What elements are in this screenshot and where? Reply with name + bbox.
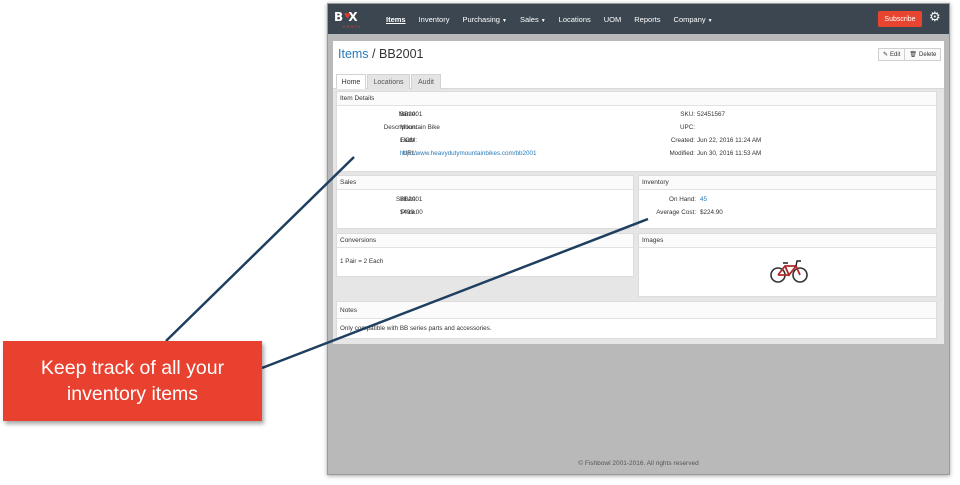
created-value: Jun 22, 2016 11:24 AM (697, 137, 762, 144)
gear-icon[interactable]: ⚙ (929, 10, 943, 24)
modified-value: Jun 30, 2016 11:53 AM (697, 150, 762, 157)
footer-copyright: © Fishbowl 2001-2016. All rights reserve… (578, 460, 699, 467)
tab-home[interactable]: Home (336, 74, 366, 90)
price-value: $499.00 (400, 209, 423, 216)
breadcrumb-separator: / (368, 47, 379, 61)
pencil-icon: ✎ (883, 52, 889, 58)
modified-label: Modified: (669, 150, 695, 157)
tab-content: Item Details Name: BB2001 Description: M… (333, 89, 944, 344)
main-content: Items / BB2001 ✎ Edit 🗑 Delete Home Locati… (333, 41, 944, 344)
sales-heading: Sales (337, 176, 633, 190)
nav-item-reports[interactable]: Reports (634, 15, 660, 24)
trash-icon: 🗑 (909, 52, 917, 58)
item-details-panel: Item Details Name: BB2001 Description: M… (336, 91, 937, 172)
images-heading: Images (639, 234, 936, 248)
sales-fields: Sell As: BB2001 Price: $499.00 (337, 196, 635, 226)
on-hand-value[interactable]: 45 (700, 196, 707, 203)
notes-text: Only compatible with BB series parts and… (340, 325, 492, 332)
nav-menu: Items Inventory Purchasing ▼ Sales ▼ Locat… (386, 4, 726, 34)
upc-label: UPC: (679, 124, 695, 131)
inventory-panel: Inventory On Hand: 45 Average Cost: $224… (638, 175, 937, 229)
inventory-heading: Inventory (639, 176, 936, 190)
item-details-heading: Item Details (337, 92, 936, 106)
nav-item-company[interactable]: Company ▼ (674, 15, 713, 24)
item-title: BB2001 (378, 47, 424, 61)
marketing-screenshot: B X ♥ ERATH Items Inventory Purchasing ▼ … (0, 0, 960, 485)
tab-audit[interactable]: Audit (411, 74, 441, 90)
conversion-text: 1 Pair = 2 Each (340, 258, 384, 265)
boxstorm-logo[interactable]: B X ♥ ERATH (334, 10, 372, 30)
notes-panel: Notes Only compatible with BB series par… (336, 301, 937, 339)
tab-bar: Home Locations Audit (333, 72, 944, 90)
nav-item-uom[interactable]: UOM (604, 15, 622, 24)
item-details-fields: Name: BB2001 Description: Mountain Bike … (337, 111, 938, 171)
nav-item-sales[interactable]: Sales ▼ (520, 15, 546, 24)
app-window: B X ♥ ERATH Items Inventory Purchasing ▼ … (327, 3, 950, 475)
edit-button[interactable]: ✎ Edit (878, 48, 906, 61)
callout-line-1: Keep track of all your (40, 357, 225, 379)
caret-down-icon: ▼ (707, 17, 713, 24)
caret-down-icon: ▼ (540, 17, 546, 24)
url-link[interactable]: http://www.heavydutymountainbikes.com/bb… (400, 150, 537, 157)
top-navbar: B X ♥ ERATH Items Inventory Purchasing ▼ … (328, 4, 949, 34)
heart-icon: ♥ (344, 10, 351, 22)
sell-as-value: BB2001 (400, 196, 423, 203)
callout-banner: Keep track of all your inventory items (3, 341, 262, 421)
nav-item-locations[interactable]: Locations (559, 15, 591, 24)
name-value: BB2001 (400, 111, 423, 118)
created-label: Created: (670, 137, 695, 144)
sales-panel: Sales Sell As: BB2001 Price: $499.00 (336, 175, 634, 229)
action-buttons: ✎ Edit 🗑 Delete (878, 48, 942, 61)
tab-locations[interactable]: Locations (367, 74, 410, 90)
average-cost-value: $224.90 (700, 209, 723, 216)
conversions-panel: Conversions 1 Pair = 2 Each (336, 233, 634, 277)
caret-down-icon: ▼ (501, 17, 507, 24)
on-hand-label: On Hand: (669, 196, 696, 203)
description-value: Mountain Bike (400, 124, 440, 131)
images-panel: Images (638, 233, 937, 297)
conversions-heading: Conversions (337, 234, 633, 248)
page-title: Items / BB2001 (338, 47, 423, 61)
logo-subtext: ERATH (343, 24, 362, 29)
pointer-line-url (165, 156, 355, 342)
notes-heading: Notes (337, 302, 936, 319)
bike-image[interactable] (769, 258, 809, 284)
callout-line-2: inventory items (66, 383, 199, 405)
breadcrumb-items-link[interactable]: Items (338, 47, 369, 61)
average-cost-label: Average Cost: (656, 209, 696, 216)
subscribe-button[interactable]: Subscribe (878, 11, 922, 27)
delete-button[interactable]: 🗑 Delete (905, 48, 942, 61)
sku-label: SKU: (680, 111, 695, 118)
nav-item-items[interactable]: Items (386, 15, 406, 24)
sku-value: 52451567 (697, 111, 726, 118)
nav-item-purchasing[interactable]: Purchasing ▼ (462, 15, 506, 24)
nav-item-inventory[interactable]: Inventory (419, 15, 450, 24)
uom-value: Each (400, 137, 415, 144)
inventory-fields: On Hand: 45 Average Cost: $224.90 (639, 196, 938, 226)
